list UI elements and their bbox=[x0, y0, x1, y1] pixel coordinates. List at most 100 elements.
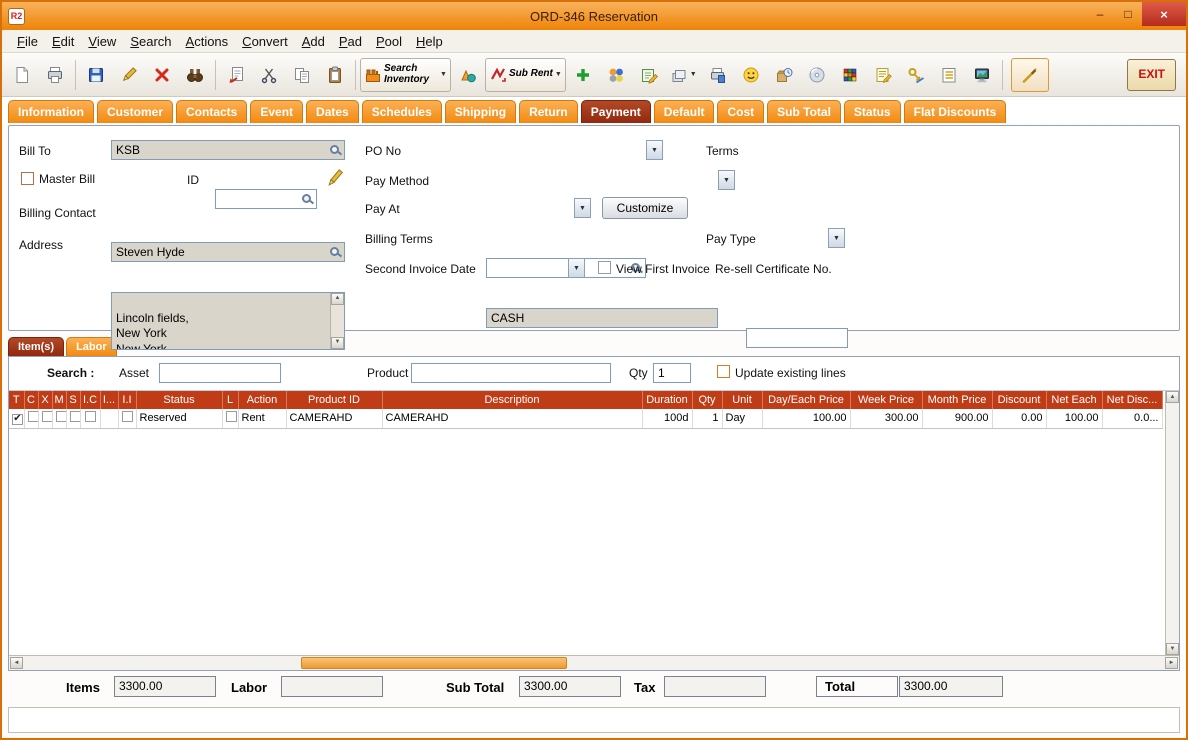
column-header-c[interactable]: C bbox=[24, 391, 38, 409]
terminal-button[interactable] bbox=[966, 58, 998, 92]
column-header-i-i[interactable]: I.I bbox=[118, 391, 136, 409]
maximize-button[interactable]: □ bbox=[1114, 2, 1142, 26]
column-header-t[interactable]: T bbox=[9, 391, 24, 409]
row-checkbox-x[interactable] bbox=[42, 411, 53, 422]
row-checkbox-c[interactable] bbox=[28, 411, 39, 422]
pay-method-select[interactable]: CASH bbox=[486, 308, 718, 328]
scroll-down-icon[interactable]: ▼ bbox=[1166, 643, 1179, 655]
shapes-button[interactable] bbox=[452, 58, 484, 92]
bill-to-field[interactable]: KSB bbox=[111, 140, 345, 160]
pay-method-reference-field[interactable] bbox=[746, 328, 848, 348]
table-row[interactable]: ✔ReservedRentCAMERAHDCAMERAHD100d1Day100… bbox=[9, 409, 1162, 428]
scroll-right-icon[interactable]: ► bbox=[1165, 657, 1178, 669]
row-checkbox-l[interactable] bbox=[226, 411, 237, 422]
menu-view[interactable]: View bbox=[81, 32, 123, 51]
column-header-action[interactable]: Action bbox=[238, 391, 286, 409]
column-header-status[interactable]: Status bbox=[136, 391, 222, 409]
items-tab-labor[interactable]: Labor bbox=[66, 337, 117, 356]
update-existing-lines-checkbox[interactable] bbox=[717, 365, 730, 378]
search-inventory-button[interactable]: Search Inventory▼ bbox=[360, 58, 451, 92]
print-button[interactable] bbox=[39, 58, 71, 92]
master-bill-checkbox[interactable] bbox=[21, 172, 34, 185]
tab-schedules[interactable]: Schedules bbox=[362, 100, 442, 123]
tab-status[interactable]: Status bbox=[844, 100, 901, 123]
column-header-week-price[interactable]: Week Price bbox=[850, 391, 922, 409]
scroll-left-icon[interactable]: ◄ bbox=[10, 657, 23, 669]
availability-button[interactable] bbox=[768, 58, 800, 92]
column-header-i[interactable]: I... bbox=[100, 391, 118, 409]
view-first-invoice-checkbox[interactable] bbox=[598, 261, 611, 274]
asset-input[interactable] bbox=[159, 363, 281, 383]
row-checkbox-m[interactable] bbox=[56, 411, 67, 422]
customer-button[interactable] bbox=[735, 58, 767, 92]
row-checkbox-i-c[interactable] bbox=[85, 411, 96, 422]
cell-m[interactable] bbox=[52, 409, 66, 428]
menu-search[interactable]: Search bbox=[123, 32, 178, 51]
media-button[interactable] bbox=[801, 58, 833, 92]
duplicate-button[interactable]: ▼ bbox=[666, 58, 701, 92]
close-button[interactable]: × bbox=[1142, 2, 1186, 26]
notes-button[interactable] bbox=[867, 58, 899, 92]
print-forms-button[interactable] bbox=[702, 58, 734, 92]
billing-contact-field[interactable]: Steven Hyde bbox=[111, 242, 345, 262]
edit-pencil-icon[interactable] bbox=[325, 167, 345, 189]
column-header-description[interactable]: Description bbox=[382, 391, 642, 409]
tab-flat-discounts[interactable]: Flat Discounts bbox=[904, 100, 1007, 123]
sub-rent-button[interactable]: Sub Rent▼ bbox=[485, 58, 566, 92]
menu-convert[interactable]: Convert bbox=[235, 32, 295, 51]
second-invoice-date-dropdown[interactable]: ▼ bbox=[568, 258, 585, 278]
address-field[interactable]: Lincoln fields, New York New York ▲ ▼ bbox=[111, 292, 345, 350]
tab-payment[interactable]: Payment bbox=[581, 100, 651, 123]
column-header-unit[interactable]: Unit bbox=[722, 391, 762, 409]
cell-l[interactable] bbox=[222, 409, 238, 428]
sign-button[interactable] bbox=[1011, 58, 1049, 92]
exit-button[interactable]: EXIT bbox=[1127, 59, 1176, 91]
tab-dates[interactable]: Dates bbox=[306, 100, 359, 123]
column-header-i-c[interactable]: I.C bbox=[80, 391, 100, 409]
minimize-button[interactable]: – bbox=[1086, 2, 1114, 26]
delete-button[interactable] bbox=[146, 58, 178, 92]
find-button[interactable] bbox=[179, 58, 211, 92]
horizontal-scrollbar[interactable]: ◄ ► bbox=[9, 655, 1179, 670]
column-header-day-each-price[interactable]: Day/Each Price bbox=[762, 391, 850, 409]
column-header-m[interactable]: M bbox=[52, 391, 66, 409]
copy-button[interactable] bbox=[286, 58, 318, 92]
search-icon[interactable] bbox=[330, 145, 339, 154]
scrollbar-thumb[interactable] bbox=[301, 657, 567, 669]
tab-information[interactable]: Information bbox=[8, 100, 94, 123]
scroll-up-icon[interactable]: ▲ bbox=[331, 293, 344, 305]
product-input[interactable] bbox=[411, 363, 611, 383]
save-button[interactable] bbox=[80, 58, 112, 92]
menu-pad[interactable]: Pad bbox=[332, 32, 369, 51]
column-header-qty[interactable]: Qty bbox=[692, 391, 722, 409]
groups-button[interactable] bbox=[600, 58, 632, 92]
customize-button[interactable]: Customize bbox=[602, 197, 688, 219]
tab-sub-total[interactable]: Sub Total bbox=[767, 100, 841, 123]
pay-method-dropdown[interactable]: ▼ bbox=[718, 170, 735, 190]
scroll-up-icon[interactable]: ▲ bbox=[1166, 391, 1179, 403]
tab-shipping[interactable]: Shipping bbox=[445, 100, 516, 123]
cell-t[interactable]: ✔ bbox=[9, 409, 24, 428]
menu-help[interactable]: Help bbox=[409, 32, 450, 51]
po-no-dropdown[interactable]: ▼ bbox=[646, 140, 663, 160]
tab-cost[interactable]: Cost bbox=[717, 100, 764, 123]
items-tab-item-s[interactable]: Item(s) bbox=[8, 337, 64, 356]
column-header-net-each[interactable]: Net Each bbox=[1046, 391, 1102, 409]
column-header-product-id[interactable]: Product ID bbox=[286, 391, 382, 409]
cell-c[interactable] bbox=[24, 409, 38, 428]
cell-i-c[interactable] bbox=[80, 409, 100, 428]
tab-customer[interactable]: Customer bbox=[97, 100, 173, 123]
new-button[interactable] bbox=[6, 58, 38, 92]
paste-button[interactable] bbox=[319, 58, 351, 92]
security-button[interactable] bbox=[900, 58, 932, 92]
menu-file[interactable]: File bbox=[10, 32, 45, 51]
column-header-s[interactable]: S bbox=[66, 391, 80, 409]
scroll-down-icon[interactable]: ▼ bbox=[331, 337, 344, 349]
pay-type-dropdown[interactable]: ▼ bbox=[828, 228, 845, 248]
row-checkbox-i-i[interactable] bbox=[122, 411, 133, 422]
id-field[interactable] bbox=[215, 189, 317, 209]
report-list-button[interactable] bbox=[933, 58, 965, 92]
menu-actions[interactable]: Actions bbox=[179, 32, 236, 51]
address-scrollbar[interactable]: ▲ ▼ bbox=[330, 293, 344, 349]
add-line-button[interactable] bbox=[567, 58, 599, 92]
